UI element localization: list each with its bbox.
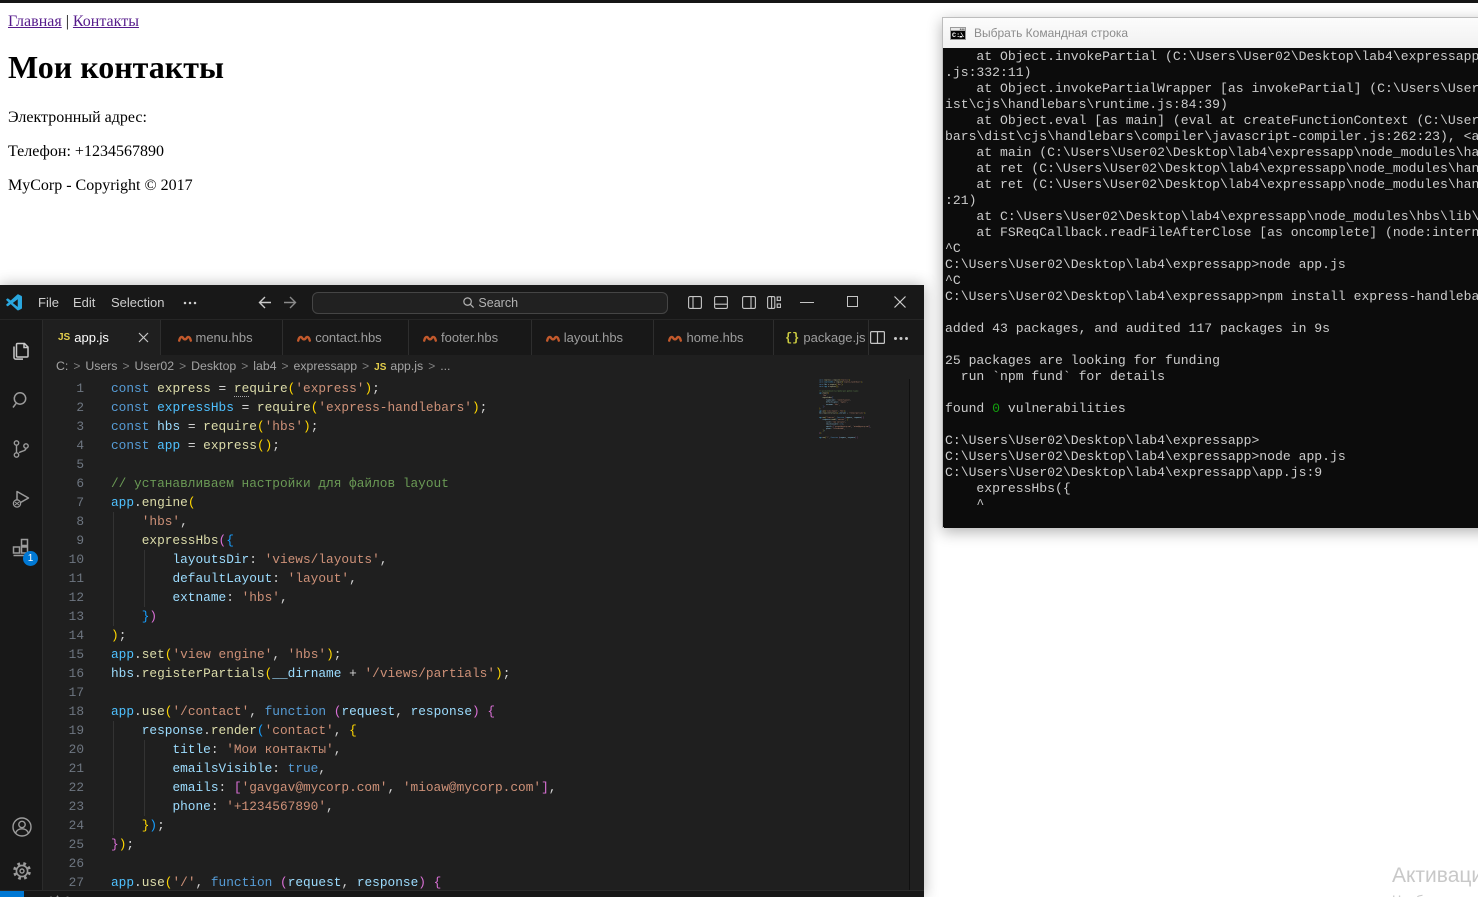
svg-text:C:\: C:\ <box>952 32 964 40</box>
